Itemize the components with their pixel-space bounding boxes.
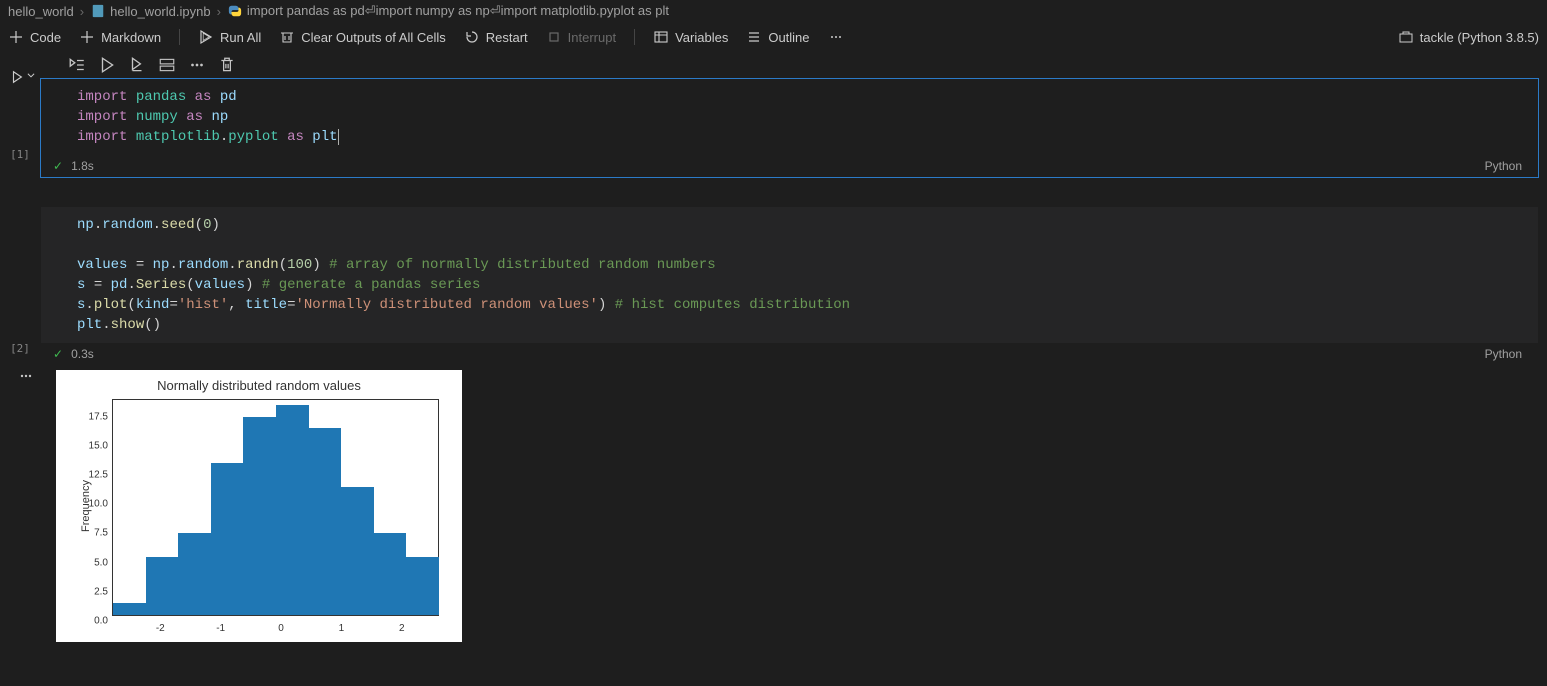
output-more-icon[interactable]: [18, 368, 34, 384]
histogram-bar: [276, 405, 309, 615]
code-editor[interactable]: np.random.seed(0) values = np.random.ran…: [41, 207, 1538, 343]
x-tick-label: 1: [339, 623, 345, 634]
more-icon[interactable]: [188, 56, 206, 74]
interrupt-button: Interrupt: [546, 29, 616, 45]
histogram-bar: [178, 533, 211, 615]
histogram-bar: [309, 428, 342, 615]
lang-indicator[interactable]: Python: [1485, 159, 1526, 173]
histogram-bar: [211, 463, 244, 615]
execute-and-below-icon[interactable]: [128, 56, 146, 74]
cell-1: [1] import pandas as pd import numpy as …: [0, 52, 1547, 178]
histogram-bar: [341, 487, 374, 615]
run-all-button[interactable]: Run All: [198, 29, 261, 45]
variables-button[interactable]: Variables: [653, 29, 728, 45]
histogram-bar: [113, 603, 146, 615]
python-icon: [227, 3, 243, 19]
histogram-bar: [243, 417, 276, 615]
exec-count: [1]: [10, 148, 30, 161]
check-icon: ✓: [53, 159, 63, 173]
histogram-bar: [406, 557, 439, 615]
delete-icon[interactable]: [218, 56, 236, 74]
y-tick-label: 10.0: [78, 499, 108, 510]
notebook-toolbar: Code Markdown Run All Clear Outputs of A…: [0, 22, 1547, 52]
run-cell-button[interactable]: [10, 70, 24, 84]
code-editor[interactable]: import pandas as pd import numpy as np i…: [41, 79, 1538, 155]
notebook-body: [1] import pandas as pd import numpy as …: [0, 52, 1547, 642]
notebook-icon: [90, 3, 106, 19]
histogram-bar: [374, 533, 407, 615]
restart-button[interactable]: Restart: [464, 29, 528, 45]
x-tick-label: -2: [156, 623, 165, 634]
kernel-selector[interactable]: tackle (Python 3.8.5): [1398, 29, 1539, 45]
breadcrumb: hello_world › hello_world.ipynb › import…: [0, 0, 1547, 22]
divider: [179, 29, 180, 45]
y-tick-label: 7.5: [78, 528, 108, 539]
y-tick-label: 0.0: [78, 616, 108, 627]
check-icon: ✓: [53, 347, 63, 361]
y-tick-label: 15.0: [78, 440, 108, 451]
add-markdown-button[interactable]: Markdown: [79, 29, 161, 45]
code-cell[interactable]: np.random.seed(0) values = np.random.ran…: [40, 206, 1539, 366]
y-tick-label: 2.5: [78, 586, 108, 597]
y-tick-label: 5.0: [78, 557, 108, 568]
split-cell-icon[interactable]: [158, 56, 176, 74]
outline-button[interactable]: Outline: [746, 29, 809, 45]
more-button[interactable]: [828, 29, 844, 45]
x-tick-label: 0: [278, 623, 284, 634]
chevron-right-icon: ›: [80, 4, 84, 19]
x-tick-label: 2: [399, 623, 405, 634]
add-code-button[interactable]: Code: [8, 29, 61, 45]
chevron-down-icon[interactable]: [26, 70, 36, 80]
histogram-bar: [146, 557, 179, 615]
code-cell[interactable]: import pandas as pd import numpy as np i…: [40, 78, 1539, 178]
breadcrumb-root[interactable]: hello_world: [8, 4, 74, 19]
exec-count: [2]: [10, 342, 30, 355]
histogram-chart: Normally distributed random values Frequ…: [56, 370, 462, 642]
breadcrumb-cell[interactable]: import pandas as pd⏎import numpy as np⏎i…: [247, 3, 669, 19]
clear-outputs-button[interactable]: Clear Outputs of All Cells: [279, 29, 446, 45]
breadcrumb-file[interactable]: hello_world.ipynb: [110, 4, 210, 19]
y-tick-label: 17.5: [78, 411, 108, 422]
exec-time: 1.8s: [71, 159, 94, 173]
cell-toolbar: [40, 52, 1547, 78]
chevron-right-icon: ›: [217, 4, 221, 19]
lang-indicator[interactable]: Python: [1485, 347, 1526, 361]
exec-time: 0.3s: [71, 347, 94, 361]
execute-cell-icon[interactable]: [98, 56, 116, 74]
y-tick-label: 12.5: [78, 470, 108, 481]
divider: [634, 29, 635, 45]
plot-area: [112, 400, 438, 616]
cell-2-output: Normally distributed random values Frequ…: [0, 366, 1547, 642]
chart-title: Normally distributed random values: [56, 378, 462, 393]
cell-2: [2] np.random.seed(0) values = np.random…: [0, 206, 1547, 366]
x-tick-label: -1: [216, 623, 225, 634]
run-by-line-icon[interactable]: [68, 56, 86, 74]
